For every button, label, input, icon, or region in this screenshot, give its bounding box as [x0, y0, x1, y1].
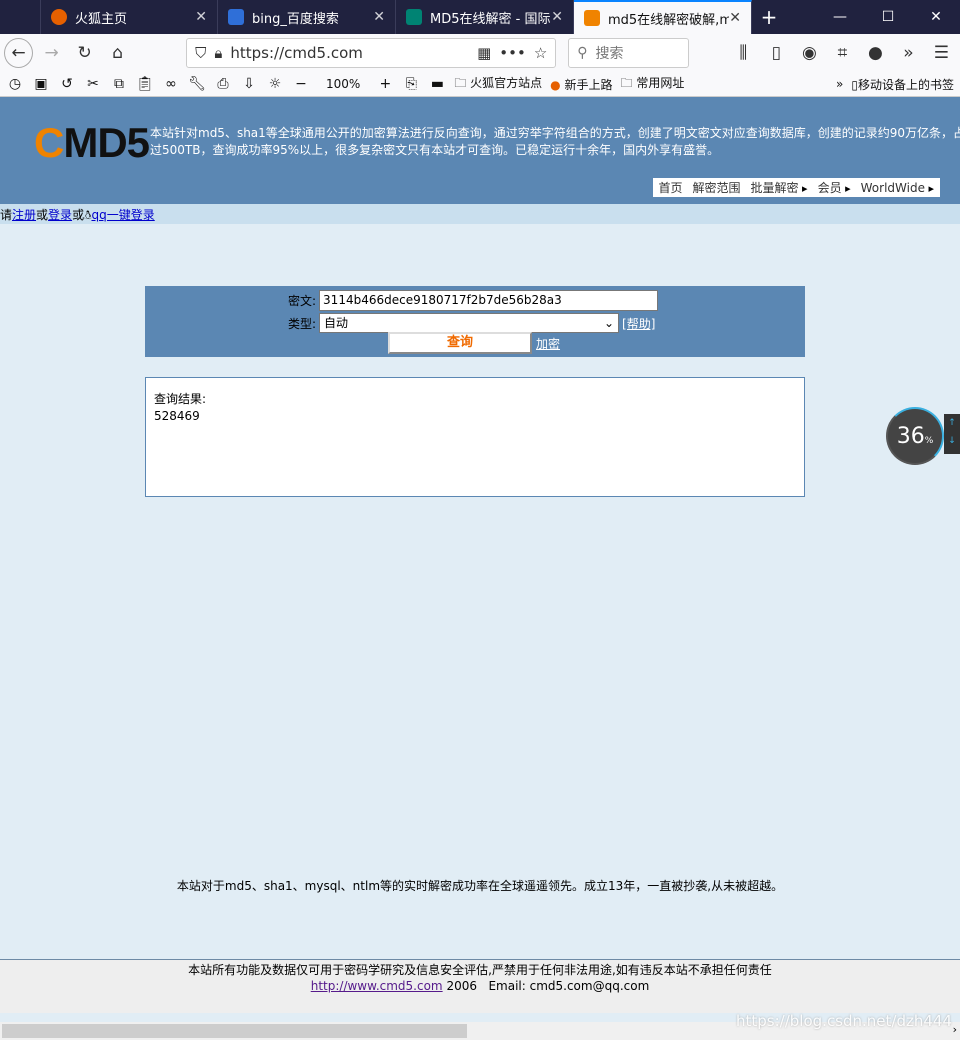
- bing-icon: [406, 9, 422, 25]
- zoom-level[interactable]: 100%: [318, 77, 368, 91]
- forward-button[interactable]: →: [37, 38, 66, 68]
- copy-icon[interactable]: ⧉: [110, 76, 128, 92]
- lock-icon[interactable]: 🔒︎: [214, 44, 222, 62]
- search-input[interactable]: ⚲ 搜索: [568, 38, 689, 68]
- speed-widget[interactable]: 36%: [886, 407, 944, 465]
- qrcode-icon[interactable]: ▦: [477, 44, 491, 62]
- site-link[interactable]: http://www.cmd5.com: [311, 979, 443, 993]
- menu-member[interactable]: 会员: [818, 179, 851, 196]
- zoom-out-icon[interactable]: −: [292, 76, 310, 92]
- firefox-icon: [51, 9, 67, 25]
- zoom-in-icon[interactable]: +: [376, 76, 394, 92]
- cipher-label: 密文:: [288, 294, 317, 308]
- help-link[interactable]: [帮助]: [622, 315, 655, 332]
- site-claim: 本站对于md5、sha1、mysql、ntlm等的实时解密成功率在全球遥遥领先。…: [176, 879, 784, 893]
- reload-button[interactable]: ↻: [70, 38, 99, 68]
- save-icon[interactable]: ⇩: [240, 76, 258, 92]
- search-icon: ⚲: [577, 45, 588, 61]
- account-icon[interactable]: ◉: [795, 38, 824, 68]
- site-menu: 首页 解密范围 批量解密 会员 WorldWide: [652, 178, 940, 197]
- back-button[interactable]: ←: [4, 38, 34, 68]
- query-form: 密文: 3114b466dece9180717f2b7de56b28a3 类型: 自…: [145, 286, 805, 357]
- wrench-icon[interactable]: 🔧︎: [188, 76, 206, 92]
- nav-bar: ← → ↻ ⌂ ⛉ 🔒︎ https://cmd5.com ▦ ••• ☆ ⚲ 搜索 ⫼ ▯…: [0, 34, 960, 72]
- query-button[interactable]: 查询: [388, 332, 532, 354]
- shield-icon[interactable]: ⛉: [195, 44, 206, 62]
- sidebar-icon[interactable]: ▯: [762, 38, 791, 68]
- star-icon[interactable]: ☆: [534, 44, 547, 62]
- close-icon[interactable]: ✕: [551, 9, 563, 25]
- settings-icon[interactable]: ☼: [266, 76, 284, 92]
- overflow-icon[interactable]: »: [836, 77, 843, 91]
- register-link[interactable]: 注册: [12, 208, 36, 222]
- bookmark-firefox[interactable]: ● 新手上路: [550, 76, 612, 93]
- scrollbar-thumb[interactable]: [2, 1024, 467, 1038]
- tab-bing[interactable]: bing_百度搜索 ✕: [218, 0, 396, 34]
- history-icon[interactable]: ◷: [6, 76, 24, 92]
- result-box: 查询结果: 528469: [145, 377, 805, 497]
- cmd5-logo[interactable]: CMD5: [34, 119, 150, 167]
- type-select[interactable]: 自动 ⌄: [319, 313, 620, 333]
- open-file-icon[interactable]: ⎘: [402, 76, 420, 92]
- new-tab-button[interactable]: +: [752, 0, 786, 34]
- close-icon[interactable]: ✕: [195, 9, 207, 25]
- menu-range[interactable]: 解密范围: [693, 179, 741, 196]
- tab-md5-intl[interactable]: MD5在线解密 - 国际 ✕: [396, 0, 574, 34]
- result-value: 528469: [154, 409, 200, 423]
- library-icon[interactable]: ⫼: [729, 38, 758, 68]
- qq-login-link[interactable]: qq一键登录: [91, 208, 154, 222]
- private-icon[interactable]: ∞: [162, 76, 180, 92]
- menu-icon[interactable]: ☰: [927, 38, 956, 68]
- screenshot-icon[interactable]: ⌗: [828, 38, 857, 68]
- tab-cmd5[interactable]: md5在线解密破解,md5✕: [574, 0, 752, 34]
- chevron-down-icon: ⌄: [603, 316, 615, 330]
- mobile-bookmarks[interactable]: ▯移动设备上的书签: [851, 76, 954, 93]
- login-link[interactable]: 登录: [48, 208, 72, 222]
- close-icon[interactable]: ✕: [373, 9, 385, 25]
- undo-icon[interactable]: ↺: [58, 76, 76, 92]
- url-bar[interactable]: ⛉ 🔒︎ https://cmd5.com ▦ ••• ☆: [186, 38, 557, 68]
- close-icon[interactable]: ✕: [729, 10, 741, 26]
- cut-icon[interactable]: ✂: [84, 76, 102, 92]
- site-intro: 本站针对md5、sha1等全球通用公开的加密算法进行反向查询，通过穷举字符组合的…: [150, 126, 960, 157]
- site-header: CMD5 本站针对md5、sha1等全球通用公开的加密算法进行反向查询，通过穷举…: [0, 97, 960, 204]
- result-label: 查询结果:: [154, 392, 207, 406]
- bookmarks-toolbar: ◷ ▣ ↺ ✂ ⧉ 📋︎ ∞ 🔧︎ ⎙ ⇩ ☼ − 100% + ⎘ ▬ 🗀︎ …: [0, 72, 960, 97]
- window-close-icon[interactable]: ✕: [912, 0, 960, 34]
- encrypt-link[interactable]: 加密: [536, 335, 560, 352]
- widget-arrows-icon[interactable]: ↑ ↓: [944, 414, 960, 454]
- overflow-icon[interactable]: »: [894, 38, 923, 68]
- menu-home[interactable]: 首页: [659, 179, 683, 196]
- login-bar: 请注册或登录或🐧︎qq一键登录: [0, 204, 960, 224]
- bookmark-folder[interactable]: 🗀︎ 火狐官方站点: [454, 74, 542, 95]
- home-button[interactable]: ⌂: [103, 38, 132, 68]
- screenshot-icon[interactable]: ▣: [32, 76, 50, 92]
- tab-firefox-home[interactable]: 火狐主页 ✕: [40, 0, 218, 34]
- device-icon[interactable]: ▬: [428, 76, 446, 92]
- maximize-icon[interactable]: ☐: [864, 0, 912, 34]
- watermark: https://blog.csdn.net/dzh444: [736, 1012, 952, 1030]
- menu-batch[interactable]: 批量解密: [751, 179, 808, 196]
- more-icon[interactable]: •••: [499, 44, 526, 62]
- chat-icon[interactable]: ●: [861, 38, 890, 68]
- baidu-icon: [228, 9, 244, 25]
- cipher-input[interactable]: 3114b466dece9180717f2b7de56b28a3: [319, 290, 659, 311]
- menu-worldwide[interactable]: WorldWide: [861, 181, 934, 195]
- bookmark-folder[interactable]: 🗀︎ 常用网址: [620, 74, 684, 95]
- minimize-icon[interactable]: —: [816, 0, 864, 34]
- chevron-right-icon[interactable]: ›: [953, 1023, 957, 1036]
- footer: 本站所有功能及数据仅可用于密码学研究及信息安全评估,严禁用于任何非法用途,如有违…: [0, 959, 960, 1013]
- print-icon[interactable]: ⎙: [214, 76, 232, 92]
- type-label: 类型:: [288, 316, 317, 331]
- cmd5-icon: [584, 10, 600, 26]
- tab-bar: 火狐主页 ✕ bing_百度搜索 ✕ MD5在线解密 - 国际 ✕ md5在线解密破解…: [0, 0, 960, 34]
- paste-icon[interactable]: 📋︎: [136, 76, 154, 92]
